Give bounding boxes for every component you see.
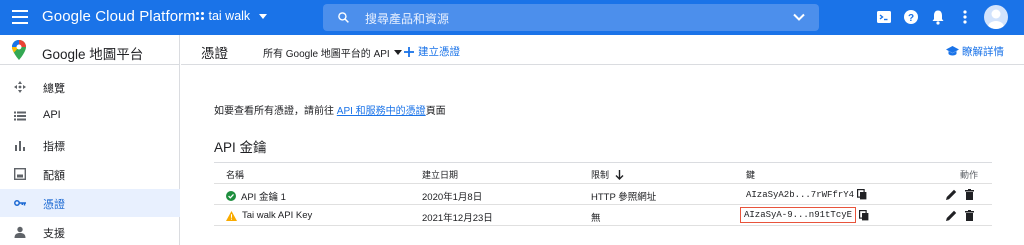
create-credentials-label: 建立憑證	[418, 46, 460, 58]
column-header-key[interactable]: 鍵	[746, 168, 755, 181]
learn-more-label: 瞭解詳情	[962, 46, 1004, 58]
left-nav: Google 地圖平台 總覽 API 指標 配額 憑證 支援	[0, 35, 180, 245]
account-icon[interactable]	[984, 5, 1008, 29]
school-icon	[946, 46, 959, 56]
quota-icon	[14, 168, 26, 180]
menu-icon[interactable]	[12, 10, 28, 24]
project-selector[interactable]: tai walk	[196, 9, 268, 23]
check-circle-icon	[226, 191, 236, 201]
column-header-actions: 動作	[959, 170, 978, 180]
sidebar-item-label: 憑證	[43, 199, 65, 211]
key-name-cell: API 金鑰 1	[226, 189, 286, 203]
more-vert-icon[interactable]	[962, 9, 968, 25]
delete-icon[interactable]	[965, 210, 974, 221]
top-app-bar: Google Cloud Platform tai walk 搜尋產品和資源 ?	[0, 0, 1024, 35]
create-credentials-button[interactable]: 建立憑證	[404, 44, 460, 59]
chevron-down-icon	[393, 50, 402, 55]
project-name: tai walk	[208, 9, 251, 23]
person-icon	[14, 226, 26, 238]
edit-icon[interactable]	[946, 210, 957, 221]
column-header-name[interactable]: 名稱	[226, 168, 244, 181]
key-name-link[interactable]: Tai walk API Key	[242, 210, 312, 221]
copy-icon[interactable]	[857, 189, 867, 200]
list-icon	[14, 111, 26, 121]
chevron-down-icon[interactable]	[793, 13, 805, 22]
info-suffix: 頁面	[425, 106, 446, 117]
project-dots-icon	[196, 12, 204, 20]
product-header: Google 地圖平台	[0, 35, 179, 65]
table-header-row: 名稱 建立日期 限制 鍵 動作	[214, 163, 992, 184]
actions-cell	[946, 210, 974, 221]
created-date-cell: 2021年12月23日	[422, 213, 493, 224]
restriction-cell: 無	[591, 213, 601, 224]
key-value: AIzaSyA2b...7rWFfrY4	[746, 189, 855, 200]
key-name-cell: Tai walk API Key	[226, 210, 312, 221]
maps-pin-icon	[12, 40, 26, 60]
info-prefix: 如要查看所有憑證，請前往	[214, 106, 337, 117]
sidebar-item-api[interactable]: API	[0, 102, 180, 130]
help-icon[interactable]: ?	[903, 9, 919, 25]
page-header: 憑證 所有 Google 地圖平台的 API 建立憑證 瞭解詳情	[181, 35, 1024, 65]
plus-icon	[404, 46, 414, 57]
key-name-link[interactable]: API 金鑰 1	[241, 189, 286, 203]
sidebar-item-credentials[interactable]: 憑證	[0, 189, 180, 217]
sidebar-item-label: 指標	[43, 141, 65, 153]
column-header-date[interactable]: 建立日期	[422, 168, 458, 181]
overview-icon	[14, 81, 26, 93]
edit-icon[interactable]	[946, 189, 957, 200]
actions-cell	[946, 189, 974, 200]
column-header-limit-label: 限制	[591, 170, 610, 180]
search-bar[interactable]: 搜尋產品和資源	[323, 4, 819, 31]
api-services-credentials-link[interactable]: API 和服務中的憑證	[337, 106, 426, 117]
page-title: 憑證	[201, 46, 228, 61]
sidebar-item-support[interactable]: 支援	[0, 218, 180, 245]
search-icon	[338, 12, 349, 23]
copy-icon[interactable]	[859, 209, 869, 221]
api-keys-table: 名稱 建立日期 限制 鍵 動作 API 金鑰 1 2020年1月8日 HTTP …	[214, 162, 992, 226]
delete-icon[interactable]	[965, 189, 974, 200]
chevron-down-icon	[259, 13, 268, 19]
sidebar-item-overview[interactable]: 總覽	[0, 73, 180, 101]
sidebar-item-label: 總覽	[43, 83, 65, 95]
api-filter-label: 所有 Google 地圖平台的 API	[263, 49, 390, 60]
learn-more-link[interactable]: 瞭解詳情	[946, 44, 1004, 59]
highlighted-key-value: AIzaSyA-9...n91tTcyE	[740, 207, 857, 223]
credentials-info-text: 如要查看所有憑證，請前往 API 和服務中的憑證頁面	[214, 102, 446, 117]
warning-icon	[226, 210, 237, 221]
sidebar-item-label: 配額	[43, 170, 65, 182]
sidebar-item-label: API	[43, 109, 61, 121]
sidebar-item-label: 支援	[43, 228, 65, 240]
restriction-cell: HTTP 參照網址	[591, 192, 657, 203]
search-placeholder: 搜尋產品和資源	[365, 12, 450, 26]
sidebar-item-quotas[interactable]: 配額	[0, 160, 180, 188]
column-header-limit[interactable]: 限制	[591, 168, 624, 181]
key-value-cell: AIzaSyA-9...n91tTcyE	[740, 207, 869, 223]
bar-chart-icon	[15, 141, 25, 151]
table-row[interactable]: API 金鑰 1 2020年1月8日 HTTP 參照網址 AIzaSyA2b..…	[214, 184, 992, 205]
key-value-cell: AIzaSyA2b...7rWFfrY4	[746, 189, 867, 200]
api-keys-section-title: API 金鑰	[214, 140, 267, 155]
bell-icon[interactable]	[931, 9, 945, 25]
sidebar-item-metrics[interactable]: 指標	[0, 131, 180, 159]
api-filter-dropdown[interactable]: 所有 Google 地圖平台的 API	[263, 45, 402, 60]
created-date-cell: 2020年1月8日	[422, 192, 483, 203]
product-title: Google 地圖平台	[42, 47, 144, 62]
svg-text:?: ?	[908, 13, 914, 24]
key-icon	[14, 200, 26, 206]
brand-title[interactable]: Google Cloud Platform	[42, 8, 196, 25]
sort-arrow-down-icon[interactable]	[615, 169, 624, 180]
table-row[interactable]: Tai walk API Key 2021年12月23日 無 AIzaSyA-9…	[214, 205, 992, 226]
terminal-icon[interactable]	[876, 9, 892, 25]
